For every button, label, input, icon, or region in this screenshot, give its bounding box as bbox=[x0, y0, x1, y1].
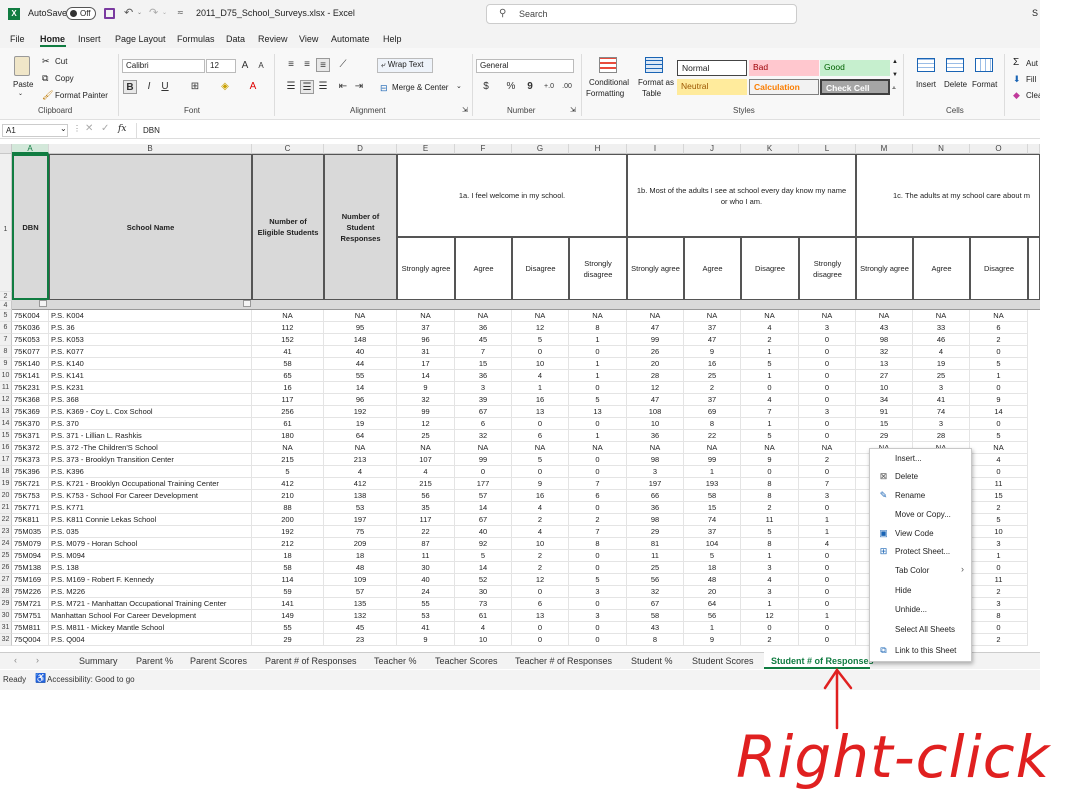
annotation-label: Right-click bbox=[736, 723, 1051, 791]
annotation-overlay bbox=[823, 667, 853, 730]
annotation-arrow-icon bbox=[823, 667, 853, 730]
